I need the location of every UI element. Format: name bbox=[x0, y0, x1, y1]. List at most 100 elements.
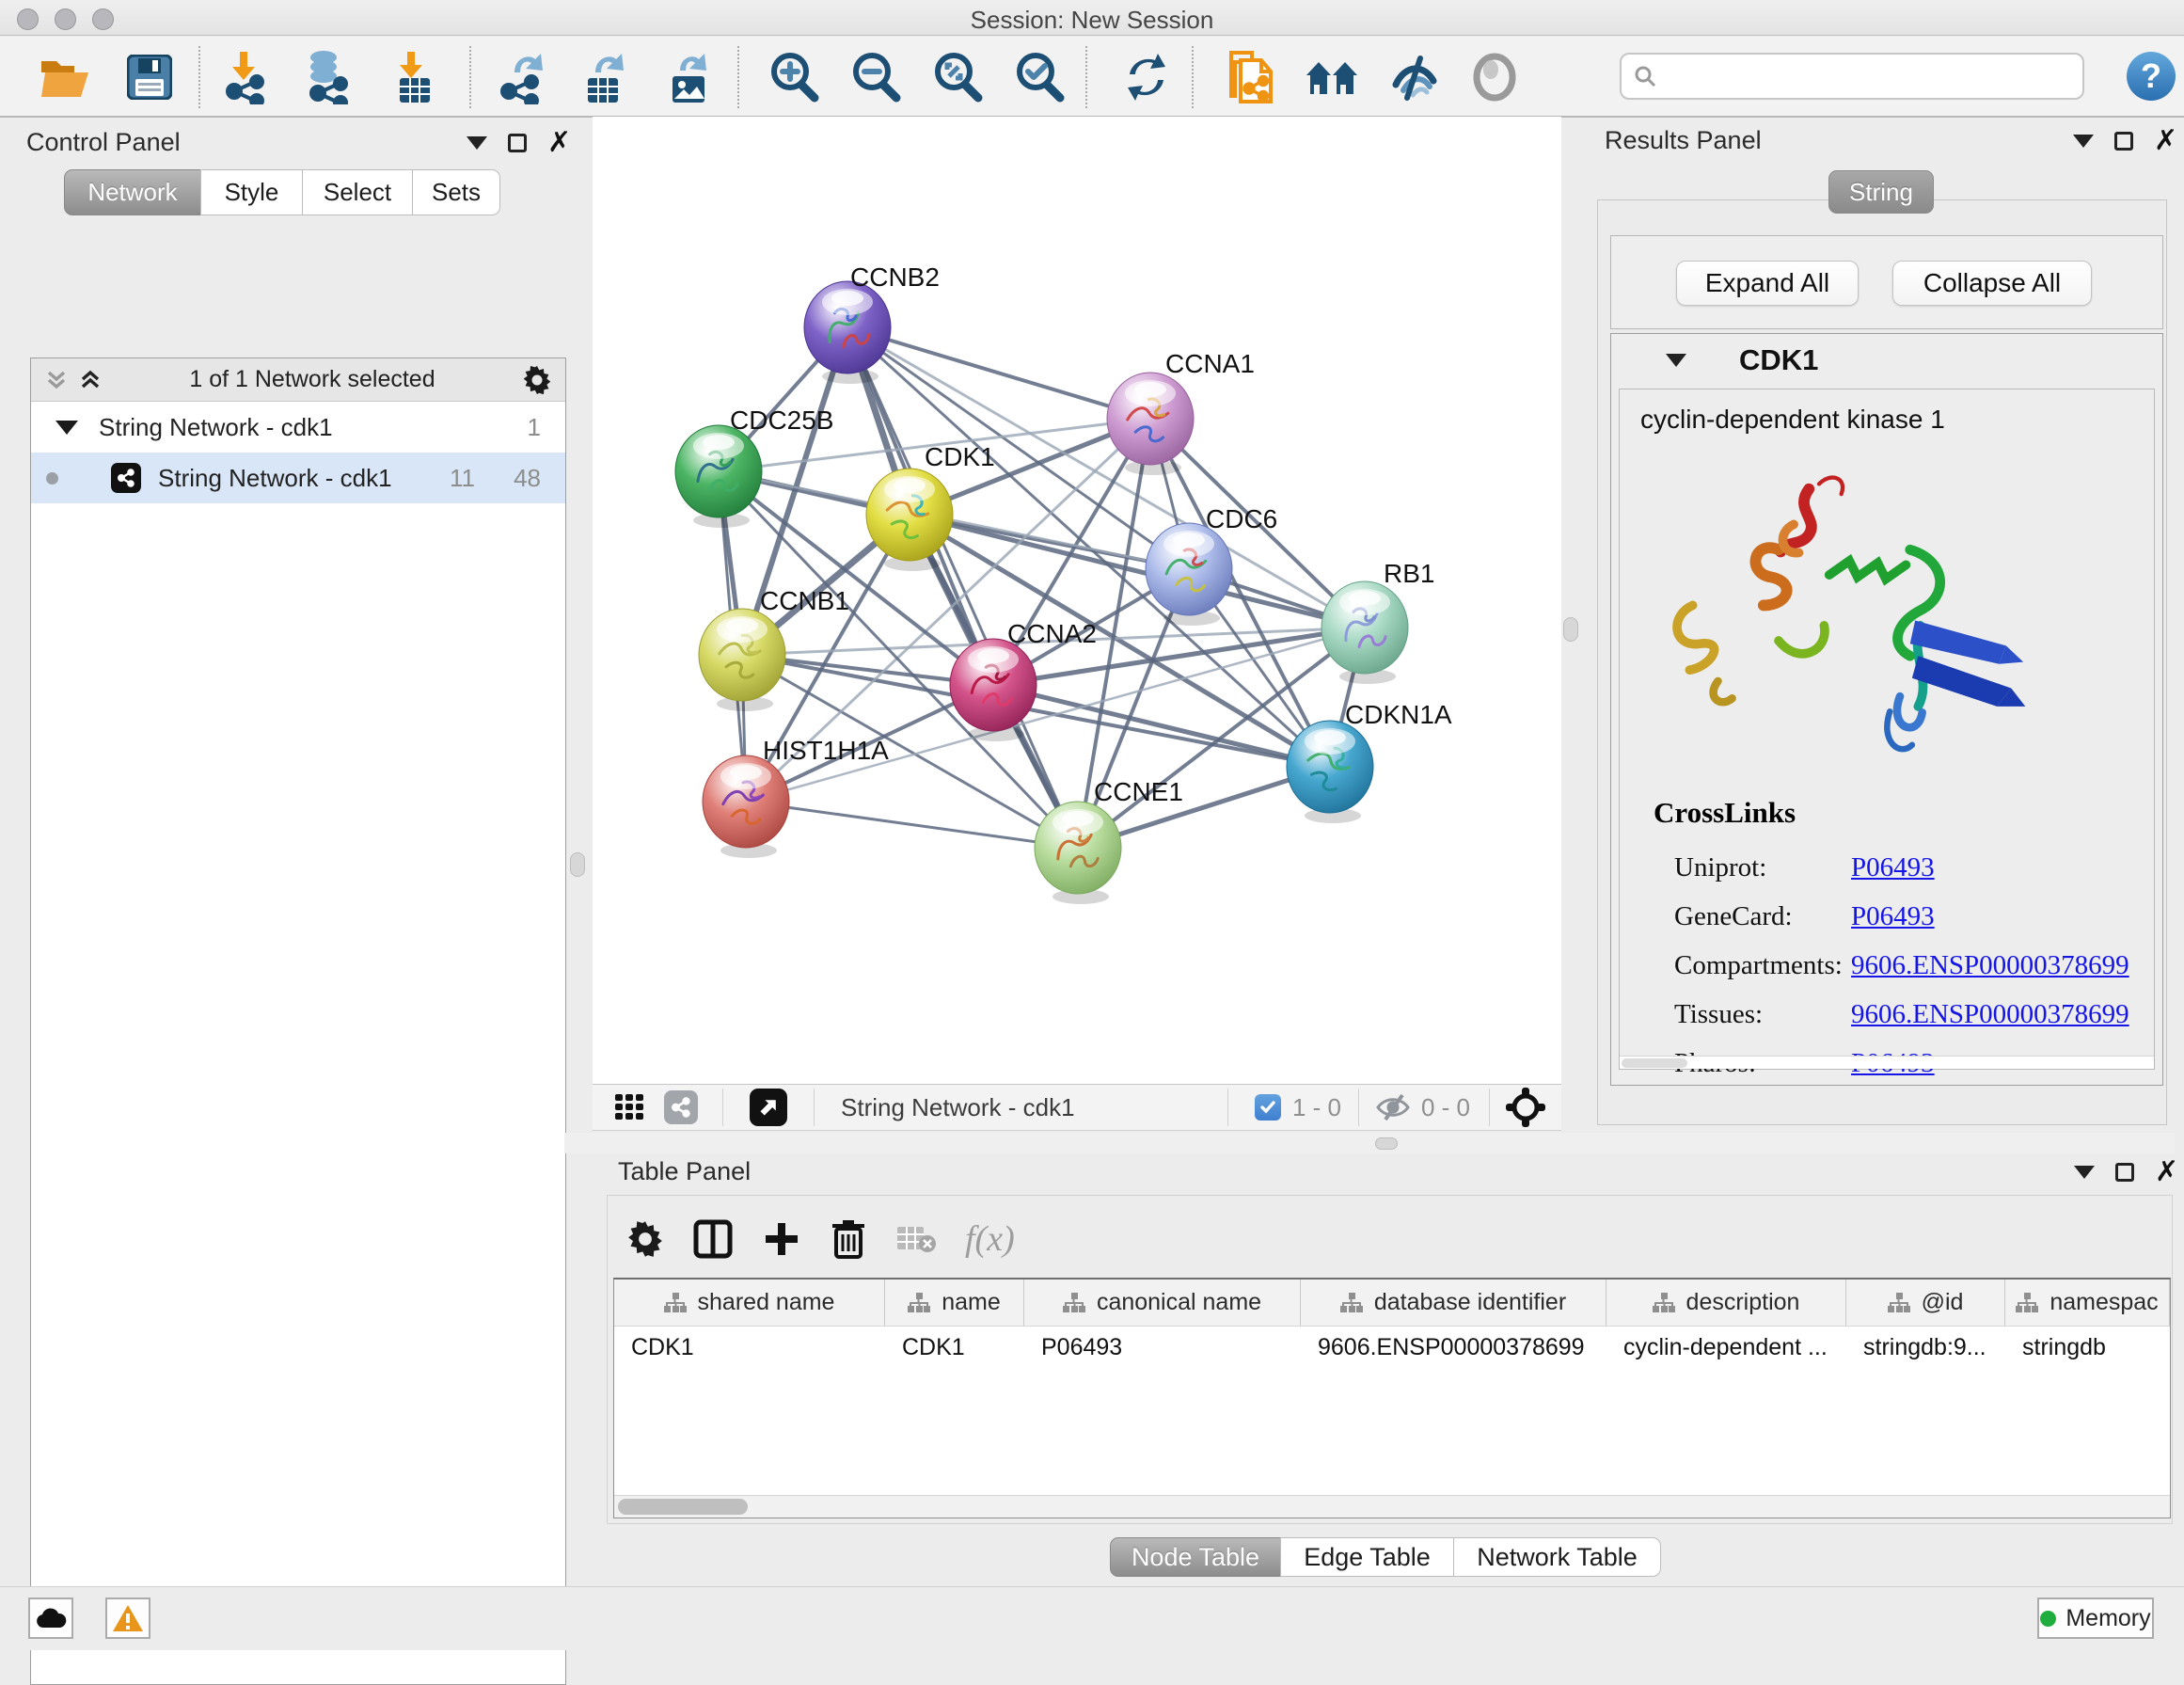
zoom-fit-icon[interactable] bbox=[930, 48, 985, 106]
tab-sets[interactable]: Sets bbox=[412, 169, 500, 215]
edge-CCNB2-CCNA1[interactable] bbox=[847, 327, 1150, 419]
network-edge-count: 48 bbox=[514, 464, 541, 493]
zoom-out-icon[interactable] bbox=[848, 48, 903, 106]
table-cell[interactable]: CDK1 bbox=[885, 1334, 1024, 1361]
crosslink-link[interactable]: 9606.ENSP00000378699 bbox=[1851, 999, 2129, 1030]
left-splitter-handle[interactable] bbox=[570, 852, 585, 877]
panel-close-icon[interactable]: ✗ bbox=[2154, 132, 2177, 151]
warnings-button[interactable] bbox=[105, 1598, 150, 1639]
zoom-selected-icon[interactable] bbox=[1012, 48, 1067, 106]
network-collection-row[interactable]: String Network - cdk1 1 bbox=[31, 402, 565, 453]
right-splitter-handle[interactable] bbox=[1563, 617, 1578, 642]
panel-menu-icon[interactable] bbox=[467, 136, 487, 150]
tab-string[interactable]: String bbox=[1828, 170, 1934, 214]
panel-float-icon[interactable] bbox=[2115, 1163, 2134, 1182]
network-canvas[interactable]: CCNB2CCNA1CDC25BCDK1CDC6RB1CCNB1CCNA2CDK… bbox=[593, 117, 1561, 1084]
export-table-icon[interactable] bbox=[576, 48, 630, 106]
results-scrollbar[interactable] bbox=[1620, 1056, 2154, 1069]
node-CCNB2[interactable] bbox=[804, 281, 891, 384]
network-list-header: 1 of 1 Network selected bbox=[31, 358, 565, 402]
protein-card-collapse-icon[interactable] bbox=[1666, 354, 1686, 367]
crosslink-link[interactable]: P06493 bbox=[1851, 852, 1935, 883]
cloud-button[interactable] bbox=[28, 1598, 73, 1639]
network-options-gear-icon[interactable] bbox=[522, 365, 552, 395]
tab-node-table[interactable]: Node Table bbox=[1110, 1537, 1281, 1577]
scrollbar-thumb[interactable] bbox=[618, 1499, 748, 1515]
node-HIST1H1A[interactable] bbox=[703, 755, 789, 858]
search-input-wrap bbox=[1620, 53, 2084, 100]
birds-eye-toggle-icon[interactable] bbox=[1505, 1087, 1546, 1128]
panel-float-icon[interactable] bbox=[2114, 132, 2133, 151]
edge-CCNB2-CCNE1[interactable] bbox=[847, 327, 1078, 848]
node-label-CCNB2: CCNB2 bbox=[850, 262, 940, 292]
column-header-name[interactable]: name bbox=[885, 1280, 1024, 1326]
table-row[interactable]: CDK1CDK1P064939606.ENSP00000378699cyclin… bbox=[614, 1327, 2170, 1368]
hidden-eye-icon[interactable] bbox=[1374, 1092, 1412, 1122]
tab-edge-table[interactable]: Edge Table bbox=[1280, 1537, 1454, 1577]
delete-column-icon[interactable] bbox=[830, 1217, 867, 1261]
table-hscrollbar[interactable] bbox=[614, 1495, 2170, 1518]
column-header-description[interactable]: description bbox=[1606, 1280, 1846, 1326]
panel-float-icon[interactable] bbox=[508, 134, 527, 152]
panel-close-icon[interactable]: ✗ bbox=[2155, 1163, 2178, 1182]
column-header--id[interactable]: @id bbox=[1846, 1280, 2005, 1326]
horizontal-splitter[interactable] bbox=[564, 1133, 2175, 1153]
collapse-all-button[interactable]: Collapse All bbox=[1892, 261, 2092, 306]
column-header-shared-name[interactable]: shared name bbox=[614, 1280, 885, 1326]
panel-menu-icon[interactable] bbox=[2074, 1166, 2095, 1179]
node-CCNA1[interactable] bbox=[1107, 373, 1194, 475]
help-icon[interactable]: ? bbox=[2126, 51, 2176, 106]
network-row-selected[interactable]: String Network - cdk1 11 48 bbox=[31, 453, 565, 503]
hide-graphics-details-icon[interactable] bbox=[1387, 48, 1442, 106]
table-cell[interactable]: P06493 bbox=[1024, 1334, 1301, 1361]
expand-all-button[interactable]: Expand All bbox=[1676, 261, 1859, 306]
tab-network[interactable]: Network bbox=[64, 169, 201, 215]
node-CDC25B[interactable] bbox=[675, 425, 762, 528]
selected-checkbox[interactable] bbox=[1255, 1094, 1281, 1121]
node-CCNB1[interactable] bbox=[699, 609, 785, 711]
open-session-icon[interactable] bbox=[38, 48, 92, 106]
table-options-gear-icon[interactable] bbox=[626, 1220, 664, 1258]
share-document-icon[interactable] bbox=[1225, 48, 1279, 106]
import-database-icon[interactable] bbox=[301, 48, 356, 106]
network-share-view-icon[interactable] bbox=[664, 1090, 698, 1124]
import-network-icon[interactable] bbox=[220, 48, 275, 106]
search-input[interactable] bbox=[1657, 62, 2062, 91]
crosslink-link[interactable]: 9606.ENSP00000378699 bbox=[1851, 950, 2129, 981]
save-session-icon[interactable] bbox=[122, 48, 177, 106]
splitter-handle[interactable] bbox=[1375, 1137, 1398, 1150]
import-table-icon[interactable] bbox=[388, 48, 442, 106]
detach-view-icon[interactable] bbox=[750, 1089, 787, 1126]
tab-style[interactable]: Style bbox=[200, 169, 303, 215]
column-header-canonical-name[interactable]: canonical name bbox=[1024, 1280, 1301, 1326]
zoom-in-icon[interactable] bbox=[767, 48, 821, 106]
table-cell[interactable]: stringdb bbox=[2005, 1334, 2170, 1361]
show-columns-icon[interactable] bbox=[692, 1218, 734, 1260]
node-CDKN1A[interactable] bbox=[1287, 721, 1373, 823]
column-header-database-identifier[interactable]: database identifier bbox=[1301, 1280, 1606, 1326]
grid-view-icon[interactable] bbox=[615, 1093, 643, 1121]
column-header-namespac[interactable]: namespac bbox=[2005, 1280, 2170, 1326]
panel-menu-icon[interactable] bbox=[2073, 135, 2094, 148]
add-column-icon[interactable] bbox=[762, 1219, 801, 1259]
edge-CCNE1-HIST1H1A[interactable] bbox=[746, 802, 1078, 848]
string-home-icon[interactable] bbox=[1305, 48, 1359, 106]
export-image-icon[interactable] bbox=[660, 48, 715, 106]
expand-all-icon[interactable] bbox=[78, 368, 103, 392]
tab-select[interactable]: Select bbox=[302, 169, 413, 215]
panel-close-icon[interactable]: ✗ bbox=[547, 134, 571, 152]
node-CCNE1[interactable] bbox=[1035, 802, 1121, 904]
table-cell[interactable]: stringdb:9... bbox=[1846, 1334, 2005, 1361]
export-network-icon[interactable] bbox=[495, 48, 549, 106]
show-graphics-details-icon[interactable] bbox=[1467, 48, 1522, 106]
table-cell[interactable]: cyclin-dependent ... bbox=[1606, 1334, 1846, 1361]
crosslink-link[interactable]: P06493 bbox=[1851, 901, 1935, 932]
collapse-all-icon[interactable] bbox=[44, 368, 69, 392]
memory-button[interactable]: Memory bbox=[2037, 1598, 2154, 1639]
node-RB1[interactable] bbox=[1321, 581, 1408, 684]
refresh-icon[interactable] bbox=[1119, 48, 1174, 106]
table-cell[interactable]: 9606.ENSP00000378699 bbox=[1301, 1334, 1606, 1361]
tree-expand-icon[interactable] bbox=[55, 421, 78, 435]
table-cell[interactable]: CDK1 bbox=[614, 1334, 885, 1361]
tab-network-table[interactable]: Network Table bbox=[1453, 1537, 1661, 1577]
